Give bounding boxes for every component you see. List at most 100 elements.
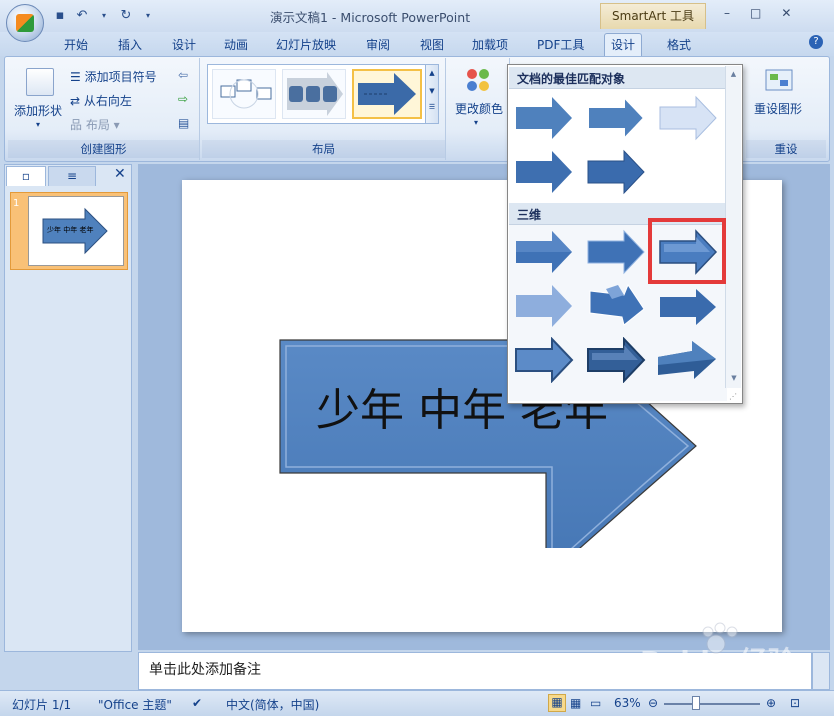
org-chart-icon: 品: [70, 118, 86, 132]
tab-insert[interactable]: 插入: [118, 36, 142, 56]
zoom-out-icon[interactable]: ⊖: [648, 696, 658, 710]
tab-smartart-format[interactable]: 格式: [667, 36, 691, 56]
style-3d-bird-eye[interactable]: [656, 283, 718, 329]
save-icon[interactable]: ▪: [52, 8, 68, 24]
scroll-down-icon[interactable]: ▼: [426, 87, 438, 95]
layouts-label: 布局: [202, 140, 445, 158]
tab-slideshow[interactable]: 幻灯片放映: [276, 36, 336, 56]
fit-to-window-icon[interactable]: ⊡: [790, 696, 800, 710]
style-3d-brick-scene[interactable]: [584, 283, 646, 329]
tab-addins[interactable]: 加载项: [472, 36, 508, 56]
promote-icon[interactable]: ⇦: [178, 68, 188, 82]
document-title: 演示文稿1 - Microsoft PowerPoint: [270, 10, 471, 25]
reset-label: 重设: [746, 140, 826, 158]
tab-design[interactable]: 设计: [172, 36, 196, 56]
tab-smartart-design[interactable]: 设计: [604, 33, 643, 57]
dropdown-arrow-icon[interactable]: ▾: [96, 8, 112, 24]
change-colors-button[interactable]: 更改颜色: [455, 100, 503, 117]
status-bar: 幻灯片 1/1 "Office 主题" ✔ 中文(简体，中国) ▦ ▦ ▭ 63…: [0, 690, 834, 716]
window-controls: – □ ✕: [724, 6, 791, 20]
tab-review[interactable]: 审阅: [366, 36, 390, 56]
slide-number: 1: [13, 198, 20, 209]
minimize-button[interactable]: –: [724, 6, 730, 20]
redo-icon[interactable]: ↻: [118, 8, 134, 24]
style-3d-inset[interactable]: [584, 229, 646, 275]
add-shape-dropdown-icon[interactable]: ▾: [36, 120, 40, 129]
layout-option-1[interactable]: [212, 69, 276, 119]
tab-view[interactable]: 视图: [420, 36, 444, 56]
close-panel-icon[interactable]: ✕: [114, 166, 126, 182]
add-shape-icon[interactable]: [26, 68, 54, 96]
demote-icon[interactable]: ⇨: [178, 92, 188, 106]
color-palette-icon[interactable]: [464, 66, 492, 94]
right-to-left-button[interactable]: ⇄ 从右向左: [70, 92, 132, 109]
slideshow-icon[interactable]: ▭: [590, 696, 601, 710]
add-shape-button[interactable]: 添加形状: [14, 102, 62, 119]
style-3d-metallic[interactable]: [584, 337, 646, 383]
tab-slides-view[interactable]: ▫: [6, 166, 46, 186]
style-moderate-effect[interactable]: [512, 149, 574, 195]
customize-qat-icon[interactable]: ▾: [140, 8, 156, 24]
outline-tab-icon: ≡: [66, 169, 78, 183]
office-button[interactable]: [6, 4, 44, 42]
slide-sorter-icon[interactable]: ▦: [570, 696, 581, 710]
quick-access-toolbar: ▪ ↶ ▾ ↻ ▾: [52, 6, 156, 26]
tab-home[interactable]: 开始: [64, 36, 88, 56]
scroll-up-icon[interactable]: ▲: [426, 69, 438, 77]
slide-thumbnail-preview: 少年 中年 老年: [28, 196, 124, 266]
tab-outline-view[interactable]: ≡: [48, 166, 96, 186]
tab-animations[interactable]: 动画: [224, 36, 248, 56]
reset-graphic-button[interactable]: 重设图形: [754, 100, 802, 117]
watermark-url: jingyan.baidu.com: [672, 676, 774, 689]
style-simple-fill[interactable]: [512, 95, 574, 141]
style-3d-flat-scene[interactable]: [512, 337, 574, 383]
text-pane-icon[interactable]: ▤: [178, 116, 189, 130]
style-white-outline[interactable]: [584, 95, 646, 141]
change-colors-dropdown-icon[interactable]: ▾: [474, 118, 478, 127]
swap-arrows-icon: ⇄: [70, 94, 84, 108]
dropdown-scroll-up-icon[interactable]: ▲: [726, 70, 741, 78]
section-best-match: 文档的最佳匹配对象: [509, 67, 741, 89]
slides-tab-icon: ▫: [21, 169, 31, 183]
create-graphic-label: 创建图形: [8, 140, 199, 158]
normal-view-icon[interactable]: ▦: [548, 694, 566, 712]
close-button[interactable]: ✕: [781, 6, 791, 20]
zoom-in-icon[interactable]: ⊕: [766, 696, 776, 710]
layout-thumbnail-arrow: [358, 73, 416, 115]
zoom-slider-thumb[interactable]: [692, 696, 700, 710]
group-smartart-styles: 更改颜色 ▾: [448, 58, 510, 160]
watermark-brand: Baidu 经验: [640, 645, 796, 678]
resize-grip-icon[interactable]: ⋰: [729, 392, 741, 402]
zoom-slider-track[interactable]: [664, 703, 760, 705]
layout-gallery-scroll[interactable]: ▲ ▼ ☰: [425, 64, 439, 124]
layout-thumbnail-circles: [220, 79, 272, 109]
gallery-more-icon[interactable]: ☰: [426, 103, 438, 111]
style-subtle-effect[interactable]: [656, 95, 718, 141]
style-intense-effect[interactable]: [584, 149, 646, 195]
office-logo-icon: [16, 14, 34, 32]
style-3d-polished[interactable]: [512, 229, 574, 275]
group-reset: 重设图形 重设: [746, 58, 826, 160]
dropdown-scroll-down-icon[interactable]: ▼: [726, 374, 742, 382]
undo-icon[interactable]: ↶: [74, 8, 90, 24]
style-3d-perspective[interactable]: [656, 337, 718, 383]
layout-button[interactable]: 品 布局 ▾: [70, 116, 120, 133]
maximize-button[interactable]: □: [750, 6, 761, 20]
layout-option-2[interactable]: [282, 69, 346, 119]
reset-graphic-icon[interactable]: [764, 66, 794, 94]
add-bullet-button[interactable]: ☰ 添加项目符号: [70, 68, 157, 85]
style-3d-powder[interactable]: [512, 283, 574, 329]
language-indicator[interactable]: 中文(简体，中国): [226, 696, 319, 713]
thumbnail-text: 少年 中年 老年: [47, 226, 94, 234]
group-create-graphic: 添加形状 ▾ ☰ 添加项目符号 ⇄ 从右向左 品 布局 ▾ ⇦ ⇨ ▤ 创建图形: [8, 58, 200, 160]
theme-name: "Office 主题": [98, 698, 172, 712]
dropdown-scrollbar[interactable]: ▲ ▼: [725, 66, 741, 388]
slide-counter: 幻灯片 1/1: [12, 698, 72, 712]
spellcheck-icon[interactable]: ✔: [192, 696, 202, 710]
bullet-list-icon: ☰: [70, 70, 85, 84]
layout-option-3-selected[interactable]: [352, 69, 422, 119]
help-icon[interactable]: ?: [809, 35, 823, 49]
layout-gallery: [207, 64, 429, 124]
zoom-level[interactable]: 63%: [614, 696, 641, 710]
tab-pdf-tools[interactable]: PDF工具: [537, 36, 584, 56]
